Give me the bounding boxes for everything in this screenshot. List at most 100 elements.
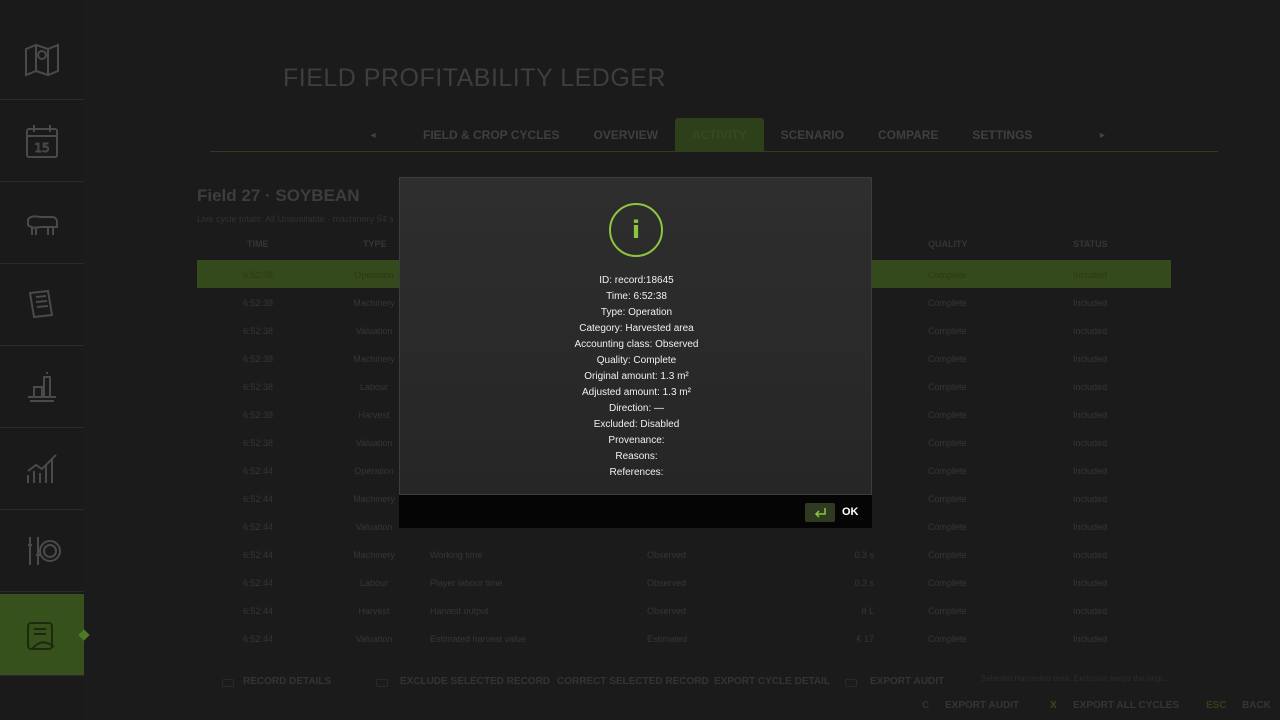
detail-time: Time: 6:52:38 [606,291,667,302]
table-row[interactable]: 6:52:44 Machinery Working time Observed 0.3 … [197,540,1171,568]
tab-next-arrow-icon[interactable]: ▸ [1089,130,1115,141]
contracts-icon [28,289,54,318]
footer-hint: Selected Harvested area. Exclusion keeps… [981,674,1169,683]
tab-bar: ◂ FIELD & CROP CYCLES OVERVIEW ACTIVITY … [360,118,1115,152]
cell-quality: Complete [928,522,967,532]
sidebar-item-map[interactable] [0,18,84,100]
cell-time: 6:52:44 [243,494,274,504]
cell-status: Included [1073,298,1108,308]
cell-quality: Complete [928,382,967,392]
tab-activity[interactable]: ACTIVITY [674,118,764,152]
cell-time: 6:52:38 [243,270,274,280]
column-header-quality: QUALITY [928,239,968,249]
detail-reasons: Reasons: [615,451,658,462]
cell-time: 6:52:44 [243,578,274,588]
tab-field-crop-cycles[interactable]: FIELD & CROP CYCLES [406,118,576,152]
detail-accounting-class: Accounting class: Observed [574,339,699,350]
cell-type: Operation [354,466,394,476]
cell-quality: Complete [928,634,967,644]
detail-category: Category: Harvested area [579,323,694,334]
export-audit-key-button[interactable]: EXPORT AUDIT [945,700,1019,711]
page-title: FIELD PROFITABILITY LEDGER [283,64,666,92]
cell-status: Included [1073,354,1108,364]
settings-icon [28,536,61,565]
detail-direction: Direction: — [608,403,664,414]
cell-quality: Complete [928,270,967,280]
sidebar-item-animals[interactable] [0,182,84,264]
cell-category: Estimated harvest value [430,634,527,644]
sidebar-item-production[interactable] [0,346,84,428]
record-details-dialog: i ID: record:18645 Time: 6:52:38 Type: O… [399,177,872,528]
sidebar-item-settings[interactable] [0,510,84,592]
cell-quality: Complete [928,550,967,560]
cell-type: Operation [354,270,394,280]
correct-record-button[interactable]: CORRECT SELECTED RECORD [557,676,709,687]
cell-type: Machinery [353,354,395,364]
table-row[interactable]: 6:52:44 Valuation Estimated harvest value E… [197,624,1171,652]
cell-status: Included [1073,326,1108,336]
sidebar-item-contracts[interactable] [0,264,84,346]
table-row[interactable]: 6:52:44 Harvest Harvest output Observed 8 L C… [197,596,1171,624]
cell-type: Labour [359,578,389,588]
tab-prev-arrow-icon[interactable]: ◂ [360,130,386,141]
cell-time: 6:52:38 [243,354,274,364]
sidebar-item-calendar[interactable]: 15 [0,100,84,182]
key-x: X [1050,700,1057,711]
cell-class: Estimated [647,634,688,644]
table-row[interactable]: 6:52:44 Labour Player labour time Observed 0… [197,568,1171,596]
cell-status: Included [1073,410,1108,420]
record-details-text: ID: record:18645 Time: 6:52:38 Type: Ope… [400,273,873,481]
cell-time: 6:52:44 [243,634,274,644]
info-icon: i [609,203,663,257]
tab-overview[interactable]: OVERVIEW [576,118,674,152]
cell-type: Machinery [353,494,395,504]
cell-type: Harvest [358,410,390,420]
export-all-cycles-button[interactable]: EXPORT ALL CYCLES [1073,700,1179,711]
exclude-record-button[interactable]: EXCLUDE SELECTED RECORD [400,676,550,687]
cell-quality: Complete [928,466,967,476]
cell-type: Labour [359,382,389,392]
cell-time: 6:52:44 [243,522,274,532]
sidebar: 15 [0,0,90,720]
key-c: C [922,700,930,711]
sidebar-item-statistics[interactable] [0,428,84,510]
cell-quality: Complete [928,494,967,504]
cell-time: 6:52:38 [243,326,274,336]
key-hint-icon [376,679,388,687]
cell-quality: Complete [928,578,967,588]
footer-keys: C EXPORT AUDIT X EXPORT ALL CYCLES ESC B… [0,700,1280,714]
calendar-icon: 15 [26,124,58,158]
cell-time: 6:52:44 [243,606,274,616]
tab-settings[interactable]: SETTINGS [955,118,1049,152]
dialog-body: i ID: record:18645 Time: 6:52:38 Type: O… [399,177,872,495]
cell-quality: Complete [928,606,967,616]
detail-provenance: Provenance: [608,435,665,446]
cell-quality: Complete [928,438,967,448]
tab-scenario[interactable]: SCENARIO [764,118,861,152]
column-header-time: TIME [247,239,269,249]
tab-compare[interactable]: COMPARE [861,118,955,152]
ok-button[interactable]: OK [842,506,859,518]
active-indicator [78,628,90,641]
cell-status: Included [1073,270,1108,280]
export-audit-button[interactable]: EXPORT AUDIT [870,676,944,687]
cell-category: Working time [430,550,483,560]
record-details-button[interactable]: RECORD DETAILS [243,676,331,687]
cell-type: Valuation [355,438,393,448]
detail-original-amount: Original amount: 1.3 m² [584,371,689,382]
cell-type: Machinery [353,298,395,308]
detail-references: References: [609,467,664,478]
enter-key-icon[interactable] [805,503,835,522]
detail-adjusted-amount: Adjusted amount: 1.3 m² [582,387,691,398]
detail-quality: Quality: Complete [596,355,677,366]
cell-time: 6:52:38 [243,382,274,392]
cell-status: Included [1073,522,1108,532]
field-title: Field 27 · SOYBEAN [197,186,360,205]
cell-class: Observed [647,550,687,560]
key-esc: ESC [1206,700,1227,711]
export-cycle-detail-button[interactable]: EXPORT CYCLE DETAIL [714,676,830,687]
back-button[interactable]: BACK [1242,700,1271,711]
cell-time: 6:52:44 [243,550,274,560]
cell-time: 6:52:38 [243,438,274,448]
sidebar-item-ledger[interactable] [0,594,90,676]
